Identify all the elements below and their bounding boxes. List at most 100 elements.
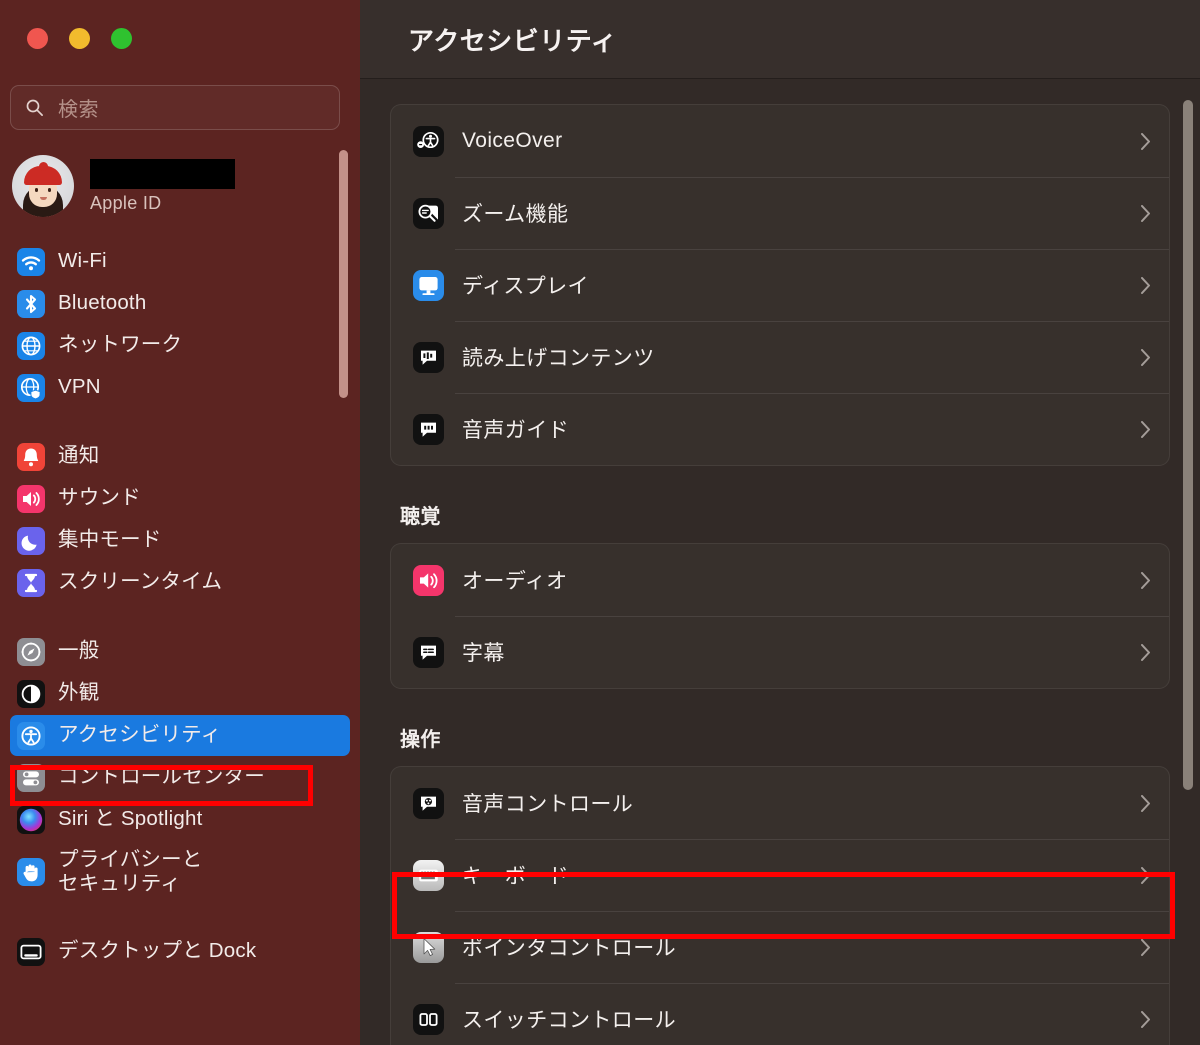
siri-icon (17, 805, 45, 834)
sidebar-item-wifi[interactable]: Wi-Fi (10, 241, 350, 282)
privacy-icon (17, 858, 45, 886)
accessibility-icon (17, 721, 45, 750)
sidebar-item-label: 通知 (58, 444, 100, 468)
sidebar-item-sound[interactable]: サウンド (10, 478, 350, 519)
row-label: VoiceOver (462, 129, 563, 152)
sidebar-group-preferences: 一般 外観 アクセシビリティ コントロールセンター Siri と Spotlig… (0, 631, 360, 903)
row-label: ディスプレイ (462, 275, 589, 298)
minimize-button[interactable] (69, 28, 90, 49)
audio-descriptions-icon (413, 413, 444, 445)
chevron-right-icon (1140, 132, 1151, 151)
chevron-right-icon (1140, 420, 1151, 439)
sidebar-item-label: 集中モード (58, 528, 162, 552)
vpn-icon (17, 373, 45, 402)
sidebar-group-network: Wi-Fi Bluetooth ネットワーク VPN (0, 241, 360, 408)
section-motor: 音声コントロール キーボード ポインタコントロール スイッチコントロール (390, 766, 1170, 1045)
sidebar-item-label: プライバシーと セキュリティ (58, 847, 203, 895)
search-icon (25, 98, 44, 117)
switch-control-icon (413, 1003, 444, 1035)
system-settings-window: 検索 Apple ID Wi-Fi Bluetooth ネットワーク VPN 通… (0, 0, 1200, 1045)
chevron-right-icon (1140, 204, 1151, 223)
sidebar-scroll-area: Wi-Fi Bluetooth ネットワーク VPN 通知 サウンド 集中モード… (0, 240, 360, 1045)
row-label: 音声コントロール (462, 793, 634, 816)
bluetooth-icon (17, 289, 45, 318)
notifications-icon (17, 442, 45, 471)
search-input[interactable]: 検索 (10, 85, 340, 130)
voice-control-icon (413, 787, 444, 819)
row-pointer-control[interactable]: ポインタコントロール (391, 911, 1169, 983)
main-header: アクセシビリティ (360, 0, 1200, 79)
sound-icon (17, 484, 45, 513)
sidebar-item-vpn[interactable]: VPN (10, 367, 350, 408)
sidebar-item-privacy-security[interactable]: プライバシーと セキュリティ (10, 841, 350, 903)
sidebar-item-notifications[interactable]: 通知 (10, 436, 350, 477)
sidebar-item-label: Siri と Spotlight (58, 807, 203, 831)
sidebar-item-label: 一般 (58, 639, 100, 663)
voiceover-icon (413, 125, 444, 157)
zoom-button[interactable] (111, 28, 132, 49)
sidebar-group-desktop: デスクトップと Dock (0, 931, 360, 972)
search-placeholder: 検索 (58, 99, 99, 121)
row-label: 読み上げコンテンツ (462, 347, 655, 370)
keyboard-icon (413, 859, 444, 891)
general-icon (17, 637, 45, 666)
network-icon (17, 331, 45, 360)
sidebar-item-label: スクリーンタイム (58, 570, 223, 594)
captions-icon (413, 636, 444, 668)
appearance-icon (17, 679, 45, 708)
row-keyboard[interactable]: キーボード (391, 839, 1169, 911)
desktop-dock-icon (17, 937, 45, 966)
sidebar-item-general[interactable]: 一般 (10, 631, 350, 672)
main-scrollbar[interactable] (1183, 100, 1193, 790)
row-label: キーボード (462, 865, 569, 888)
row-zoom-feature[interactable]: ズーム機能 (391, 177, 1169, 249)
sidebar-item-label: Wi-Fi (58, 249, 107, 273)
row-voiceover[interactable]: VoiceOver (391, 105, 1169, 177)
row-label: 音声ガイド (462, 419, 569, 442)
sidebar-item-accessibility[interactable]: アクセシビリティ (10, 715, 350, 756)
audio-icon (413, 564, 444, 596)
sidebar-item-screen-time[interactable]: スクリーンタイム (10, 562, 350, 603)
close-button[interactable] (27, 28, 48, 49)
sidebar-item-label: VPN (58, 375, 101, 399)
sidebar-item-desktop-dock[interactable]: デスクトップと Dock (10, 931, 350, 972)
sidebar-item-label: アクセシビリティ (58, 723, 222, 747)
row-audio-descriptions[interactable]: 音声ガイド (391, 393, 1169, 465)
sidebar-divider (0, 904, 360, 930)
row-spoken-content[interactable]: 読み上げコンテンツ (391, 321, 1169, 393)
section-vision: VoiceOver ズーム機能 ディスプレイ 読み上げコンテンツ 音声ガイド (390, 104, 1170, 466)
sidebar-item-label: デスクトップと Dock (58, 939, 257, 963)
pointer-control-icon (413, 931, 444, 963)
chevron-right-icon (1140, 794, 1151, 813)
row-switch-control[interactable]: スイッチコントロール (391, 983, 1169, 1045)
sidebar-item-control-center[interactable]: コントロールセンター (10, 757, 350, 798)
sidebar-item-appearance[interactable]: 外観 (10, 673, 350, 714)
settings-list: VoiceOver ズーム機能 ディスプレイ 読み上げコンテンツ 音声ガイド 聴… (360, 80, 1200, 1045)
row-display[interactable]: ディスプレイ (391, 249, 1169, 321)
sidebar-item-focus[interactable]: 集中モード (10, 520, 350, 561)
display-icon (413, 269, 444, 301)
chevron-right-icon (1140, 571, 1151, 590)
sidebar-item-label: コントロールセンター (58, 765, 265, 789)
sidebar-divider (0, 604, 360, 630)
row-captions[interactable]: 字幕 (391, 616, 1169, 688)
sidebar-item-network[interactable]: ネットワーク (10, 325, 350, 366)
sidebar-divider (0, 409, 360, 435)
sidebar-item-bluetooth[interactable]: Bluetooth (10, 283, 350, 324)
sidebar-item-label: ネットワーク (58, 333, 183, 357)
chevron-right-icon (1140, 348, 1151, 367)
section-hearing: オーディオ 字幕 (390, 543, 1170, 689)
row-voice-control[interactable]: 音声コントロール (391, 767, 1169, 839)
apple-id-label: Apple ID (90, 192, 162, 213)
apple-id-account-row[interactable]: Apple ID (12, 150, 332, 222)
row-label: スイッチコントロール (462, 1009, 676, 1032)
row-label: ポインタコントロール (462, 937, 676, 960)
section-header-hearing: 聴覚 (400, 506, 441, 528)
row-audio[interactable]: オーディオ (391, 544, 1169, 616)
sidebar-item-siri-spotlight[interactable]: Siri と Spotlight (10, 799, 350, 840)
sidebar-scrollbar[interactable] (339, 150, 348, 398)
focus-icon (17, 526, 45, 555)
control-center-icon (17, 763, 45, 792)
sidebar-item-label: Bluetooth (58, 291, 147, 315)
avatar (12, 155, 74, 217)
